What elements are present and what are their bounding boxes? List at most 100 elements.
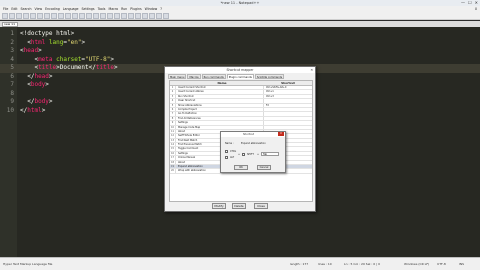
word-wrap-icon[interactable]	[121, 13, 127, 19]
line-number: 10	[6, 106, 14, 114]
subdialog-title: Shortcut	[243, 133, 255, 136]
code-token: <!doctype html>	[20, 30, 75, 37]
line-number: 9	[10, 98, 14, 105]
code-token: title	[95, 64, 114, 71]
name-value: Expand abbreviation	[241, 142, 266, 145]
copy-icon[interactable]	[58, 13, 64, 19]
code-token: >	[41, 106, 46, 114]
alt-label: ALT	[230, 156, 235, 159]
code-line[interactable]: 3 <head>	[0, 47, 480, 56]
status-eol: Windows (CR LF)	[404, 262, 430, 266]
code-token: >	[113, 64, 118, 71]
dialog-close-icon[interactable]: ✕	[310, 67, 313, 73]
window-title: *new 11 - Notepad++	[220, 1, 260, 5]
delete-button[interactable]: Delete	[232, 203, 246, 209]
status-position: Ln : 5 Col : 20 Sel : 0 | 0	[344, 262, 381, 266]
open-file-icon[interactable]	[9, 13, 15, 19]
code-line[interactable]: 1 <!doctype html>	[0, 30, 480, 39]
shortcut-mapper-dialog: Shortcut mapper ✕ Main menu Macros Run c…	[164, 66, 316, 212]
undo-icon[interactable]	[72, 13, 78, 19]
cell-name: Show Abbreviations	[176, 103, 264, 107]
cell-name: Insert Current Abbrev	[176, 90, 264, 94]
close-button[interactable]: Close	[254, 203, 268, 209]
cancel-button[interactable]: Cancel	[257, 165, 271, 170]
ok-button[interactable]: OK	[234, 165, 248, 170]
cell-name: Go To Definition	[176, 112, 264, 116]
zoom-in-icon[interactable]	[100, 13, 106, 19]
modify-button[interactable]: Modify	[212, 203, 226, 209]
ctrl-label: CTRL	[230, 150, 237, 153]
code-token: html	[27, 106, 42, 114]
save-all-icon[interactable]	[23, 13, 29, 19]
dialog-title: Shortcut mapper	[226, 68, 254, 72]
code-token: >	[38, 47, 42, 54]
subdialog-close-icon[interactable]: X	[278, 132, 284, 136]
cell-name: Find All References	[176, 116, 264, 121]
alt-checkbox[interactable]	[225, 156, 228, 159]
close-all-icon[interactable]	[37, 13, 43, 19]
cell-shortcut	[264, 108, 312, 111]
paste-icon[interactable]	[65, 13, 71, 19]
ctrl-checkbox[interactable]	[225, 150, 228, 153]
cell-shortcut	[264, 126, 312, 129]
print-icon[interactable]	[44, 13, 50, 19]
code-token: head	[34, 72, 49, 80]
line-number: 1	[10, 30, 14, 37]
cell-name: Insert Current Shortcut	[176, 86, 264, 90]
cell-shortcut	[264, 121, 312, 124]
status-bar: Hyper Text Markup Language file length :…	[0, 257, 480, 270]
code-token: charset	[52, 55, 82, 63]
cell-name: Settings	[176, 121, 264, 125]
status-file-type: Hyper Text Markup Language file	[3, 262, 53, 266]
code-line[interactable]: 4 <meta charset="UTF-8">	[0, 56, 480, 65]
indent-guide-icon[interactable]	[135, 13, 141, 19]
save-icon[interactable]	[16, 13, 22, 19]
cell-name: Clear Shortcut	[176, 99, 264, 103]
play-macro-icon[interactable]	[156, 13, 162, 19]
key-select[interactable]: Tab	[261, 152, 279, 156]
cell-name: Compile Project	[176, 107, 264, 112]
tab-scintilla-commands[interactable]: Scintilla commands	[254, 74, 285, 79]
tab-macros[interactable]: Macros	[187, 74, 201, 79]
dialog-title-bar: Shortcut mapper ✕	[165, 67, 315, 73]
code-token: </	[88, 64, 96, 71]
tab-plugin-commands[interactable]: Plugin commands	[226, 74, 254, 79]
code-line[interactable]: 2 <html lang="en">	[0, 39, 480, 48]
code-token: body	[30, 81, 46, 88]
code-token: "en"	[66, 38, 82, 46]
code-token: body	[34, 98, 49, 105]
save-macro-icon[interactable]	[163, 13, 169, 19]
stop-macro-icon[interactable]	[149, 13, 155, 19]
status-length: length : 177	[290, 262, 309, 266]
shortcut-table: Name Shortcut 1 Insert Current Shortcut Ct…	[169, 80, 313, 202]
column-name-header: Name	[217, 81, 227, 85]
cell-shortcut	[264, 117, 312, 120]
cell-shortcut: Ctrl+Shift+Alt+X	[266, 86, 287, 89]
plus-label-2: +	[257, 153, 260, 156]
sync-scroll-icon[interactable]	[114, 13, 120, 19]
new-file-icon[interactable]	[2, 13, 8, 19]
code-token: </	[20, 98, 35, 105]
cell-shortcut	[264, 112, 312, 115]
code-token: >	[81, 38, 86, 46]
show-all-chars-icon[interactable]	[128, 13, 134, 19]
record-macro-icon[interactable]	[142, 13, 148, 19]
shift-checkbox[interactable]	[242, 153, 245, 156]
replace-icon[interactable]	[93, 13, 99, 19]
tab-run-commands[interactable]: Run commands	[201, 74, 226, 79]
line-number: 3	[10, 47, 14, 54]
close-file-icon[interactable]	[30, 13, 36, 19]
tab-main-menu[interactable]: Main menu	[168, 74, 187, 79]
code-token: >	[48, 98, 53, 105]
find-icon[interactable]	[86, 13, 92, 19]
shift-label: SHIFT	[247, 153, 254, 156]
redo-icon[interactable]	[79, 13, 85, 19]
code-token: >	[48, 72, 53, 80]
code-token: html	[30, 38, 46, 46]
code-token: >	[110, 55, 114, 63]
status-lines: lines : 10	[318, 262, 332, 266]
code-token: <	[20, 38, 31, 46]
cut-icon[interactable]	[51, 13, 57, 19]
zoom-out-icon[interactable]	[107, 13, 113, 19]
code-token: lang	[45, 38, 64, 46]
